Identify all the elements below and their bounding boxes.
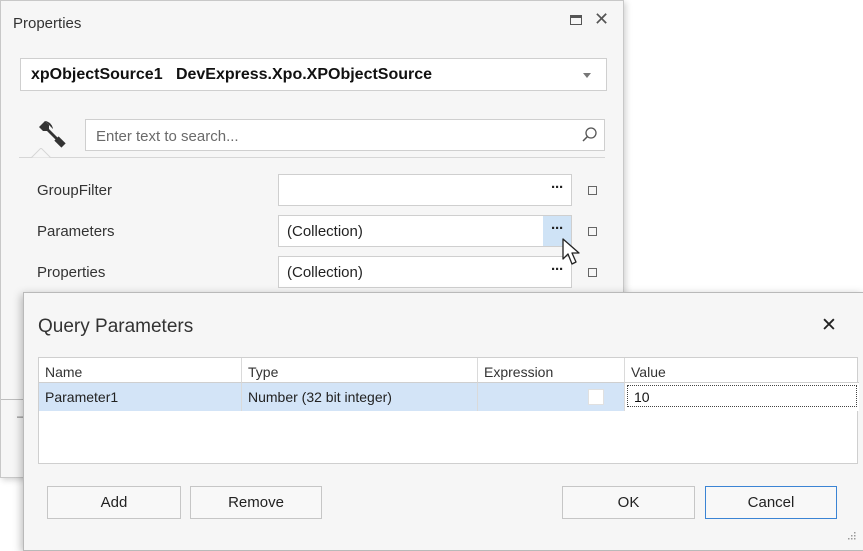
remove-button[interactable]: Remove — [190, 486, 322, 519]
wrench-icon[interactable] — [35, 117, 69, 151]
value-editor[interactable]: 10 — [627, 385, 857, 407]
dialog-title: Query Parameters — [38, 316, 194, 337]
cell-expression[interactable] — [478, 383, 625, 411]
divider — [1, 399, 23, 400]
cell-name[interactable]: Parameter1 — [39, 383, 242, 411]
tab-divider — [19, 157, 605, 158]
tab-indicator — [31, 148, 51, 158]
reset-marker[interactable] — [588, 227, 597, 236]
column-header-name[interactable]: Name — [39, 358, 242, 383]
property-label-groupfilter: GroupFilter — [37, 182, 113, 199]
search-input[interactable] — [94, 125, 568, 147]
ellipsis-button[interactable]: ··· — [543, 175, 571, 205]
object-name: xpObjectSource1 DevExpress.Xpo.XPObjectS… — [31, 66, 433, 83]
search-box[interactable] — [85, 119, 605, 151]
column-header-type[interactable]: Type — [242, 358, 478, 383]
ok-button[interactable]: OK — [562, 486, 695, 519]
add-button[interactable]: Add — [47, 486, 181, 519]
property-label-parameters: Parameters — [37, 223, 115, 240]
close-icon[interactable]: ✕ — [821, 314, 837, 337]
reset-marker[interactable] — [588, 268, 597, 277]
property-value-groupfilter[interactable]: ··· — [278, 174, 572, 206]
property-value-properties[interactable]: (Collection) ··· — [278, 256, 572, 288]
expression-checkbox[interactable] — [588, 389, 604, 405]
cell-type[interactable]: Number (32 bit integer) — [242, 383, 478, 411]
property-value-text: (Collection) — [287, 223, 363, 240]
column-header-value[interactable]: Value — [625, 358, 859, 383]
resize-grip-icon[interactable] — [846, 530, 856, 540]
panel-title: Properties — [13, 15, 82, 32]
object-selector[interactable]: xpObjectSource1 DevExpress.Xpo.XPObjectS… — [20, 58, 607, 91]
maximize-icon[interactable] — [570, 15, 582, 25]
reset-marker[interactable] — [588, 186, 597, 195]
mouse-pointer-icon — [562, 238, 580, 265]
property-value-text: (Collection) — [287, 264, 363, 281]
cell-value[interactable]: 10 — [625, 383, 859, 411]
column-header-expression[interactable]: Expression — [478, 358, 625, 383]
cancel-button[interactable]: Cancel — [705, 486, 837, 519]
parameters-grid: Name Type Expression Value Parameter1 Nu… — [38, 357, 859, 464]
search-icon[interactable] — [580, 126, 598, 144]
property-value-parameters[interactable]: (Collection) ··· — [278, 215, 572, 247]
property-label-properties: Properties — [37, 264, 106, 281]
close-icon[interactable]: ✕ — [594, 9, 609, 30]
chevron-down-icon[interactable] — [583, 73, 591, 78]
